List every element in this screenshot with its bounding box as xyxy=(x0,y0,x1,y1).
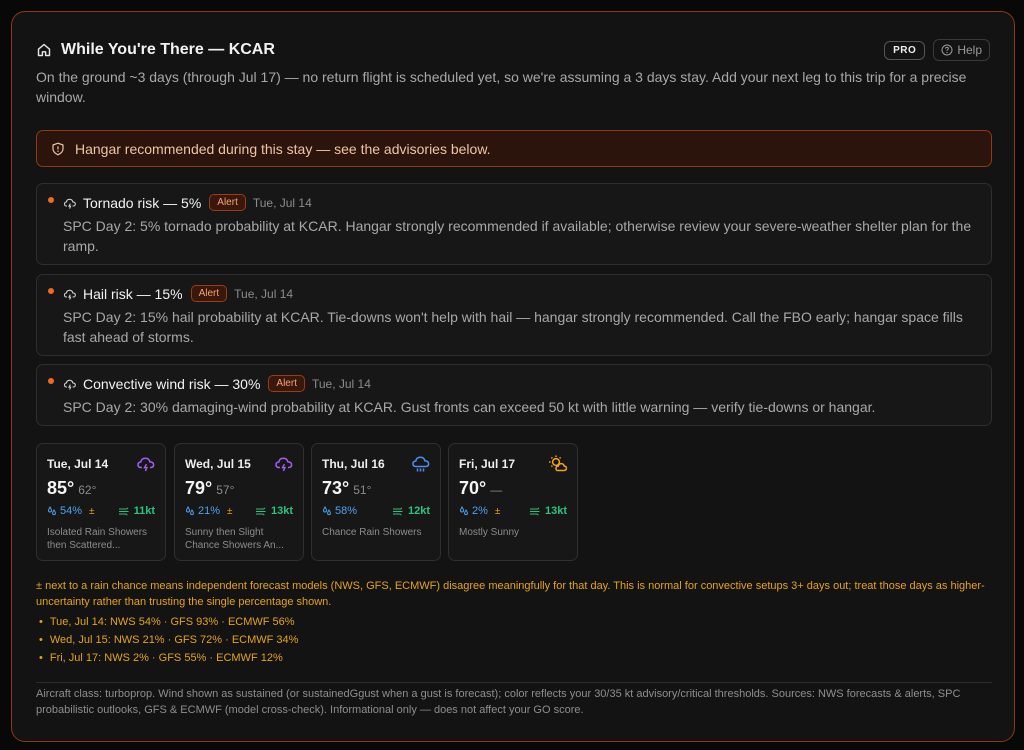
forecast-day-name: Wed, Jul 15 xyxy=(185,457,251,471)
while-youre-there-panel: While You're There — KCAR PRO Help On th… xyxy=(11,11,1015,742)
uncertainty-marker: ± xyxy=(494,505,501,517)
forecast-day-name: Tue, Jul 14 xyxy=(47,457,109,471)
wind-speed: 13kt xyxy=(255,505,293,517)
forecast-high: 73° 51° xyxy=(322,478,372,498)
advisory-title: Hail risk — 15% xyxy=(83,285,183,302)
alert-badge: Alert xyxy=(190,285,228,302)
wind-speed: 12kt xyxy=(392,505,430,517)
advisory-date: Tue, Jul 14 xyxy=(234,286,294,301)
forecast-low: — xyxy=(490,483,503,497)
forecast-day-name: Thu, Jul 16 xyxy=(322,457,385,471)
forecast-high: 70° — xyxy=(459,478,503,498)
forecast-low: 62° xyxy=(78,483,97,497)
advisory-body: SPC Day 2: 30% damaging-wind probability… xyxy=(63,399,876,415)
alert-dot xyxy=(48,197,54,203)
model-comparison-list: Tue, Jul 14: NWS 54% · GFS 93% · ECMWF 5… xyxy=(36,613,299,667)
storm-cloud-icon xyxy=(63,196,77,210)
forecast-day-card[interactable]: Thu, Jul 16 73° 51° 58% 12kt Chance Rain … xyxy=(311,443,441,561)
wind-icon xyxy=(118,506,130,516)
raindrops-icon xyxy=(47,506,57,516)
panel-header: While You're There — KCAR PRO Help xyxy=(36,38,990,62)
raindrops-icon xyxy=(322,506,332,516)
wind-icon xyxy=(529,506,541,516)
forecast-description: Chance Rain Showers xyxy=(322,527,422,538)
advisory-card-convective-wind: Convective wind risk — 30% Alert Tue, Ju… xyxy=(36,364,992,426)
rain-chance: 21% ± xyxy=(185,505,233,517)
storm-cloud-icon xyxy=(63,377,77,391)
forecast-low: 51° xyxy=(353,483,372,497)
pro-badge: PRO xyxy=(884,40,926,60)
uncertainty-marker: ± xyxy=(227,505,233,517)
forecast-high: 79° 57° xyxy=(185,478,235,498)
rain-chance: 58% xyxy=(322,505,364,517)
forecast-day-card[interactable]: Fri, Jul 17 70° — 2% ± 13kt Mostly Sunny xyxy=(448,443,578,561)
wind-icon xyxy=(392,506,404,516)
home-icon xyxy=(36,42,52,58)
storm-cloud-icon xyxy=(63,287,77,301)
raindrops-icon xyxy=(459,506,469,516)
model-comparison-item: Wed, Jul 15: NWS 21% · GFS 72% · ECMWF 3… xyxy=(36,631,299,649)
footer-divider xyxy=(36,682,992,683)
alert-dot xyxy=(48,288,54,294)
thunderstorm-icon xyxy=(136,454,156,474)
thunderstorm-icon xyxy=(274,454,294,474)
alert-dot xyxy=(48,378,54,384)
advisory-title: Convective wind risk — 30% xyxy=(83,375,261,392)
question-circle-icon xyxy=(941,44,953,56)
uncertainty-note: ± next to a rain chance means independen… xyxy=(36,580,985,608)
forecast-day-card[interactable]: Wed, Jul 15 79° 57° 21% ± 13kt Sunny then … xyxy=(174,443,304,561)
forecast-description: Mostly Sunny xyxy=(459,527,520,538)
hangar-banner: Hangar recommended during this stay — se… xyxy=(36,130,992,167)
wind-speed: 11kt xyxy=(118,505,155,517)
advisory-date: Tue, Jul 14 xyxy=(311,376,371,391)
help-button[interactable]: Help xyxy=(933,39,990,61)
forecast-high: 85° 62° xyxy=(47,478,97,498)
wind-icon xyxy=(255,506,267,516)
banner-text: Hangar recommended during this stay — se… xyxy=(75,140,491,157)
alert-badge: Alert xyxy=(268,375,305,392)
advisory-title: Tornado risk — 5% xyxy=(83,194,202,211)
advisory-card-tornado: Tornado risk — 5% Alert Tue, Jul 14 SPC … xyxy=(36,183,992,265)
page-title: While You're There — KCAR xyxy=(61,41,275,58)
advisory-body: SPC Day 2: 15% hail probability at KCAR.… xyxy=(63,309,963,345)
stay-summary: On the ground ~3 days (through Jul 17) —… xyxy=(36,69,967,105)
forecast-day-name: Fri, Jul 17 xyxy=(459,457,516,471)
forecast-low: 57° xyxy=(216,483,235,497)
alert-badge: Alert xyxy=(209,194,246,211)
help-label: Help xyxy=(957,43,982,57)
rain-chance: 2% ± xyxy=(459,505,500,517)
forecast-day-card[interactable]: Tue, Jul 14 85° 62° 54% ± 11kt Isolated Ra… xyxy=(36,443,166,561)
forecast-description: Sunny then Slight Chance Showers An... xyxy=(185,527,284,551)
rain-cloud-icon xyxy=(411,454,431,474)
footer-disclaimer: Aircraft class: turboprop. Wind shown as… xyxy=(36,688,961,716)
advisory-body: SPC Day 2: 5% tornado probability at KCA… xyxy=(63,218,972,254)
advisory-card-hail: Hail risk — 15% Alert Tue, Jul 14 SPC Da… xyxy=(36,274,992,356)
shield-alert-icon xyxy=(51,142,65,156)
forecast-description: Isolated Rain Showers then Scattered... xyxy=(47,527,148,551)
model-comparison-item: Tue, Jul 14: NWS 54% · GFS 93% · ECMWF 5… xyxy=(36,613,298,631)
raindrops-icon xyxy=(185,506,195,516)
model-comparison-item: Fri, Jul 17: NWS 2% · GFS 55% · ECMWF 12… xyxy=(36,649,298,667)
advisory-date: Tue, Jul 14 xyxy=(252,195,312,210)
rain-chance: 54% ± xyxy=(47,505,95,517)
wind-speed: 13kt xyxy=(529,505,567,517)
uncertainty-marker: ± xyxy=(89,505,95,517)
sun-cloud-icon xyxy=(548,454,568,474)
